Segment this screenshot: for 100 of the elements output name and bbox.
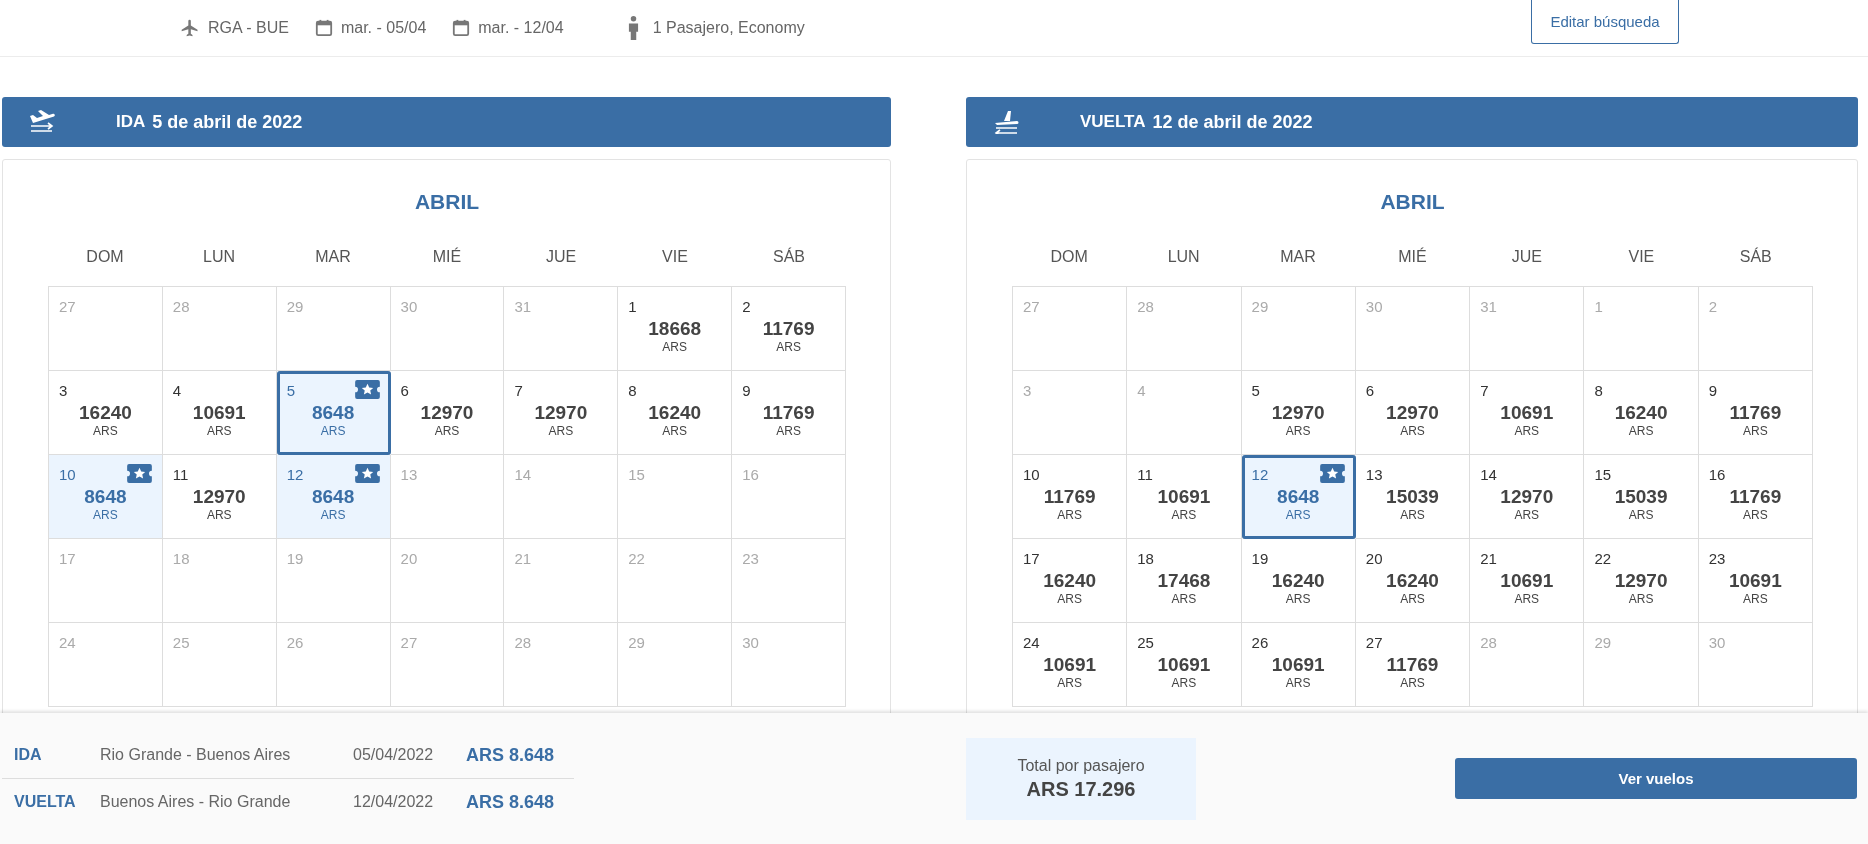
calendar-day[interactable]: 11 12970 ARS: [162, 455, 277, 539]
calendar-day[interactable]: 8 16240 ARS: [1584, 371, 1699, 455]
calendar-day[interactable]: 15 15039 ARS: [1584, 455, 1699, 539]
total-label: Total por pasajero: [1017, 756, 1145, 775]
day-number: 21: [514, 550, 532, 569]
day-number: 27: [1365, 634, 1383, 653]
month-title: ABRIL: [413, 190, 481, 215]
route-text: Rio Grande - Buenos Aires: [100, 746, 292, 764]
weekday-label: JUE: [544, 248, 578, 267]
day-number: 25: [1137, 634, 1154, 653]
day-number: 9: [742, 382, 751, 401]
day-price: 10691: [1043, 654, 1097, 676]
day-number: 1: [1594, 298, 1603, 317]
calendar-day[interactable]: 1 18668 ARS: [618, 287, 733, 371]
day-number: 24: [59, 634, 76, 653]
weekday-label: MIÉ: [1397, 248, 1428, 267]
currency-label: ARS: [776, 424, 801, 438]
calendar-day[interactable]: 6 12970 ARS: [390, 371, 505, 455]
currency-label: ARS: [1285, 424, 1311, 438]
day-price: 10691: [1500, 570, 1554, 592]
route-text: RGA - BUE: [208, 19, 289, 37]
day-number: 23: [1708, 550, 1726, 569]
calendar-day[interactable]: 12 8648 ARS: [276, 455, 391, 539]
day-price: 12970: [1500, 486, 1554, 508]
day-number: 15: [1594, 466, 1612, 485]
day-number: 19: [1251, 550, 1269, 569]
calendar-day[interactable]: 25 10691 ARS: [1127, 623, 1242, 707]
calendar-day[interactable]: 23 10691 ARS: [1698, 539, 1813, 623]
day-price: 12970: [1386, 402, 1439, 424]
day-number: 27: [1023, 298, 1040, 317]
edit-search-button[interactable]: Editar búsqueda: [1531, 0, 1679, 44]
day-number: 14: [1480, 466, 1497, 485]
weekday-label: MAR: [314, 248, 352, 267]
day-number: 5: [286, 382, 296, 401]
leg-date: 12 de abril de 2022: [1152, 111, 1313, 133]
day-number: 7: [1480, 382, 1489, 401]
calendar-day[interactable]: 19 16240 ARS: [1241, 539, 1356, 623]
calendar-day[interactable]: 7 12970 ARS: [504, 371, 619, 455]
calendar-icon: [314, 19, 333, 37]
calendar-day[interactable]: 14 12970 ARS: [1470, 455, 1585, 539]
currency-label: ARS: [1743, 508, 1768, 522]
weekday-label: MIÉ: [431, 248, 463, 267]
currency-label: ARS: [320, 424, 346, 438]
weekday-label: MAR: [1279, 248, 1317, 267]
day-number: 29: [1594, 634, 1612, 653]
month-title: ABRIL: [1379, 190, 1446, 215]
calendar-day[interactable]: 27 11769 ARS: [1355, 623, 1471, 707]
day-number: 4: [1137, 382, 1146, 401]
calendar-day[interactable]: 2 11769 ARS: [732, 287, 846, 371]
calendar-day[interactable]: 8 16240 ARS: [618, 371, 733, 455]
currency-label: ARS: [320, 508, 346, 522]
calendar-day[interactable]: 18 17468 ARS: [1127, 539, 1242, 623]
calendar-day[interactable]: 7 10691 ARS: [1470, 371, 1585, 455]
day-number: 30: [1708, 634, 1726, 653]
calendar-day[interactable]: 10 8648 ARS: [49, 455, 163, 539]
calendar-day[interactable]: 24 10691 ARS: [1013, 623, 1128, 707]
calendar-day[interactable]: 21 10691 ARS: [1470, 539, 1585, 623]
calendar-day[interactable]: 6 12970 ARS: [1355, 371, 1471, 455]
day-price: 16240: [79, 402, 132, 424]
calendar-day[interactable]: 4 10691 ARS: [162, 371, 277, 455]
calendar-day[interactable]: 20 16240 ARS: [1355, 539, 1471, 623]
currency-label: ARS: [1057, 676, 1082, 690]
day-number: 29: [628, 634, 645, 653]
calendar-day[interactable]: 22 12970 ARS: [1584, 539, 1699, 623]
weekday-label: VIE: [661, 248, 689, 267]
calendar-day[interactable]: 9 11769 ARS: [1698, 371, 1813, 455]
calendar-day[interactable]: 12 8648 ARS: [1241, 455, 1356, 539]
day-number: 31: [514, 298, 532, 317]
calendar-day[interactable]: 10 11769 ARS: [1013, 455, 1128, 539]
day-price: 12970: [1271, 402, 1325, 424]
day-price: 16240: [1043, 570, 1097, 592]
day-price: 11769: [1043, 486, 1096, 508]
calendar-day[interactable]: 5 8648 ARS: [276, 371, 391, 455]
day-price: 10691: [1500, 402, 1554, 424]
day-price: 11769: [762, 318, 815, 340]
day-number: 20: [1365, 550, 1383, 569]
currency-label: ARS: [93, 508, 118, 522]
day-number: 26: [1251, 634, 1269, 653]
day-number: 28: [514, 634, 532, 653]
currency-label: ARS: [776, 340, 801, 354]
route-text: Buenos Aires - Rio Grande: [100, 793, 292, 811]
day-number: 19: [286, 550, 304, 569]
calendar-day[interactable]: 26 10691 ARS: [1241, 623, 1356, 707]
day-number: 6: [400, 382, 409, 401]
calendar-day[interactable]: 17 16240 ARS: [1013, 539, 1128, 623]
calendar-day[interactable]: 11 10691 ARS: [1127, 455, 1242, 539]
day-price: 11769: [762, 402, 815, 424]
day-number: 5: [1251, 382, 1260, 401]
day-number: 28: [1137, 298, 1154, 317]
weekday-label: SÁB: [772, 248, 806, 267]
calendar-day[interactable]: 16 11769 ARS: [1698, 455, 1813, 539]
calendar-day[interactable]: 9 11769 ARS: [732, 371, 846, 455]
calendar-day[interactable]: 13 15039 ARS: [1355, 455, 1471, 539]
day-price: 10691: [1157, 486, 1211, 508]
currency-label: ARS: [1628, 592, 1654, 606]
day-number: 12: [1251, 466, 1269, 485]
currency-label: ARS: [1628, 508, 1654, 522]
day-number: 22: [628, 550, 645, 569]
plane-icon: [180, 18, 200, 38]
view-flights-button[interactable]: Ver vuelos: [1455, 758, 1857, 799]
